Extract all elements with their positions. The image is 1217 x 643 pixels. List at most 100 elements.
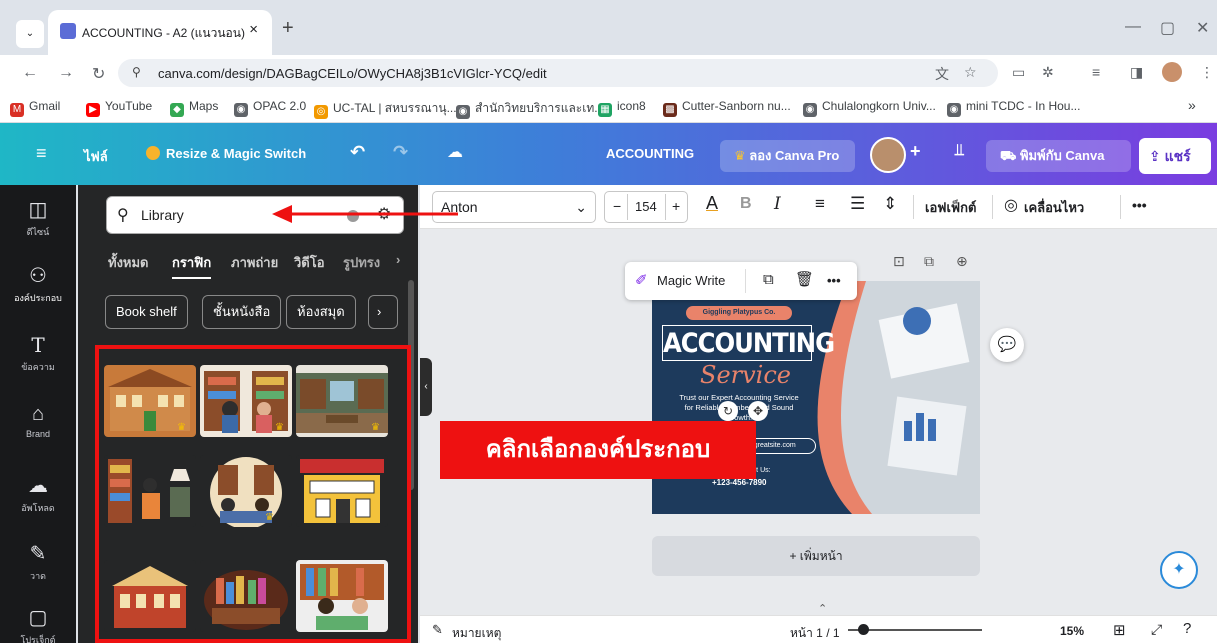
zoom-level[interactable]: 15% xyxy=(1060,624,1084,638)
bookmark-star-icon[interactable]: ☆ xyxy=(964,64,977,81)
insights-icon[interactable]: ⫫ xyxy=(955,142,964,160)
redo-icon[interactable]: ↷ xyxy=(393,142,408,163)
zoom-slider-thumb[interactable] xyxy=(858,624,869,635)
bookmark-tcdc[interactable]: ◉ mini TCDC - In Hou... xyxy=(947,99,1080,117)
forward-icon[interactable]: → xyxy=(58,64,74,82)
delete-icon[interactable]: 🗑 xyxy=(795,270,814,288)
more-options-button[interactable]: ••• xyxy=(1132,197,1147,213)
collapse-panel-button[interactable]: ‹ xyxy=(420,358,432,416)
add-page-icon[interactable]: ⊕ xyxy=(956,253,968,270)
profile-avatar[interactable] xyxy=(1162,62,1182,82)
share-button[interactable]: ⇪ แชร์ xyxy=(1139,138,1211,174)
print-button[interactable]: ⛟ พิมพ์กับ Canva xyxy=(986,140,1131,172)
bookmark-cutter[interactable]: ▩ Cutter-Sanborn nu... xyxy=(663,99,791,117)
rail-item-text[interactable]: T ข้อความ xyxy=(0,333,76,374)
try-pro-button[interactable]: ♛ ลอง Canva Pro xyxy=(720,140,855,172)
more-element-options[interactable]: ••• xyxy=(827,273,841,288)
hamburger-icon[interactable]: ≡ xyxy=(36,143,47,164)
bookmark-youtube[interactable]: ▶ YouTube xyxy=(86,99,152,117)
bookmark-icon8[interactable]: ▦ icon8 xyxy=(598,99,646,117)
bookmark-opac[interactable]: ◉ OPAC 2.0 xyxy=(234,99,306,117)
animate-button[interactable]: เคลื่อนไหว xyxy=(1024,197,1084,218)
more-bookmarks-icon[interactable]: » xyxy=(1188,97,1196,113)
duplicate-element-icon[interactable]: ⧉ xyxy=(763,271,774,288)
italic-button[interactable]: I xyxy=(774,194,781,214)
lock-icon[interactable]: ⊡ xyxy=(893,253,905,270)
window-close-icon[interactable]: ✕ xyxy=(1196,18,1209,38)
rotate-handle-icon[interactable]: ↻ xyxy=(718,401,738,421)
browser-tab[interactable]: ACCOUNTING - A2 (แนวนอน) × xyxy=(48,10,272,55)
tab-photos[interactable]: ภาพถ่าย xyxy=(231,252,278,273)
chip-book-shelf[interactable]: Book shelf xyxy=(105,295,188,329)
cloud-save-icon[interactable]: ☁ xyxy=(447,142,463,162)
tab-search-dropdown-icon[interactable]: ⌄ xyxy=(16,20,44,48)
tab-videos[interactable]: วิดีโอ xyxy=(294,252,325,273)
grid-view-icon[interactable]: ⊞ xyxy=(1113,621,1126,639)
url-text[interactable]: canva.com/design/DAGBagCEILo/OWyCHA8j3B1… xyxy=(158,66,547,81)
tab-close-icon[interactable]: × xyxy=(249,21,258,38)
align-center-icon[interactable]: ≡ xyxy=(815,194,825,214)
add-collaborator-button[interactable]: + xyxy=(910,141,921,162)
move-handle-icon[interactable]: ✥ xyxy=(748,401,768,421)
rail-item-projects[interactable]: ▢ โปรเจ็กต์ xyxy=(0,605,76,643)
new-tab-icon[interactable]: + xyxy=(282,17,294,40)
magic-write-button[interactable]: Magic Write xyxy=(657,273,725,288)
puzzle-icon[interactable]: ✲ xyxy=(1042,64,1054,81)
file-menu[interactable]: ไฟล์ xyxy=(84,146,108,167)
company-badge[interactable]: Giggling Platypus Co. xyxy=(686,306,792,320)
add-page-button[interactable]: + เพิ่มหน้า xyxy=(652,536,980,576)
font-size-value[interactable]: 154 xyxy=(635,199,657,214)
undo-icon[interactable]: ↶ xyxy=(350,142,365,163)
line-spacing-icon[interactable]: ⇕ xyxy=(883,194,897,214)
tabs-next-icon[interactable]: › xyxy=(396,252,400,267)
rail-item-uploads[interactable]: ☁ อัพโหลด xyxy=(0,473,76,515)
bookmark-gmail[interactable]: M Gmail xyxy=(10,99,60,117)
design-page[interactable]: Giggling Platypus Co. ACCOUNTING Service… xyxy=(652,281,980,514)
font-size-stepper[interactable]: − 154 + xyxy=(604,191,688,223)
restore-icon[interactable]: ▢ xyxy=(1160,18,1175,38)
translate-icon[interactable]: 文 xyxy=(935,64,949,84)
rail-item-elements[interactable]: ⚇ องค์ประกอบ xyxy=(0,263,76,305)
resize-button[interactable]: Resize & Magic Switch xyxy=(166,146,306,161)
rail-item-brand[interactable]: ⌂ Brand xyxy=(0,403,76,439)
design-body[interactable]: Trust our Expert Accounting Service for … xyxy=(674,393,804,423)
kebab-menu-icon[interactable]: ⋮ xyxy=(1200,64,1214,81)
design-subtitle[interactable]: Service xyxy=(700,361,791,389)
tab-shapes[interactable]: รูปทรง xyxy=(343,252,380,273)
design-phone[interactable]: +123-456-7890 xyxy=(712,478,767,487)
tab-graphics[interactable]: กราฟิก xyxy=(172,252,212,279)
bookmark-maps[interactable]: ◆ Maps xyxy=(170,99,218,117)
bookmark-chula[interactable]: ◉ Chulalongkorn Univ... xyxy=(803,99,936,117)
rail-item-draw[interactable]: ✎ วาด xyxy=(0,541,76,583)
minimize-icon[interactable]: — xyxy=(1125,18,1141,36)
bookmark-office[interactable]: ◉ สำนักวิทยบริการและเท... xyxy=(456,99,604,119)
magic-assistant-icon[interactable]: ✦ xyxy=(1160,551,1198,589)
omnibox[interactable]: ⚲ canva.com/design/DAGBagCEILo/OWyCHA8j3… xyxy=(118,59,998,87)
effects-button[interactable]: เอฟเฟ็กต์ xyxy=(925,197,976,218)
bold-button[interactable]: B xyxy=(740,195,752,213)
document-title[interactable]: ACCOUNTING xyxy=(606,146,694,161)
design-title[interactable]: ACCOUNTING xyxy=(662,325,835,361)
fullscreen-icon[interactable]: ⤢ xyxy=(1151,621,1162,638)
rail-item-design[interactable]: ◫ ดีไซน์ xyxy=(0,197,76,239)
site-info-icon[interactable]: ⚲ xyxy=(132,65,141,79)
chip-library-th[interactable]: ห้องสมุด xyxy=(286,295,356,329)
reading-list-icon[interactable]: ≡ xyxy=(1092,64,1100,80)
decrease-size-button[interactable]: − xyxy=(613,198,621,214)
comment-icon[interactable]: 💬 xyxy=(990,328,1024,362)
reload-icon[interactable]: ↻ xyxy=(92,64,105,84)
chevron-up-icon[interactable]: ⌃ xyxy=(818,602,827,615)
duplicate-icon[interactable]: ⧉ xyxy=(924,253,934,270)
notes-button[interactable]: หมายเหตุ xyxy=(452,624,501,643)
page-indicator[interactable]: หน้า 1 / 1 xyxy=(790,624,840,643)
user-avatar[interactable] xyxy=(870,137,906,173)
back-icon[interactable]: ← xyxy=(22,64,38,82)
extension-icon[interactable]: ▭ xyxy=(1012,64,1025,81)
chip-bookshelf-th[interactable]: ชั้นหนังสือ xyxy=(202,295,282,329)
list-icon[interactable]: ☰ xyxy=(850,194,865,214)
tab-all[interactable]: ทั้งหมด xyxy=(108,252,149,273)
side-panel-icon[interactable]: ◨ xyxy=(1130,64,1143,81)
chip-next-icon[interactable]: › xyxy=(368,295,398,329)
increase-size-button[interactable]: + xyxy=(672,198,680,214)
help-icon[interactable]: ? xyxy=(1183,620,1191,637)
